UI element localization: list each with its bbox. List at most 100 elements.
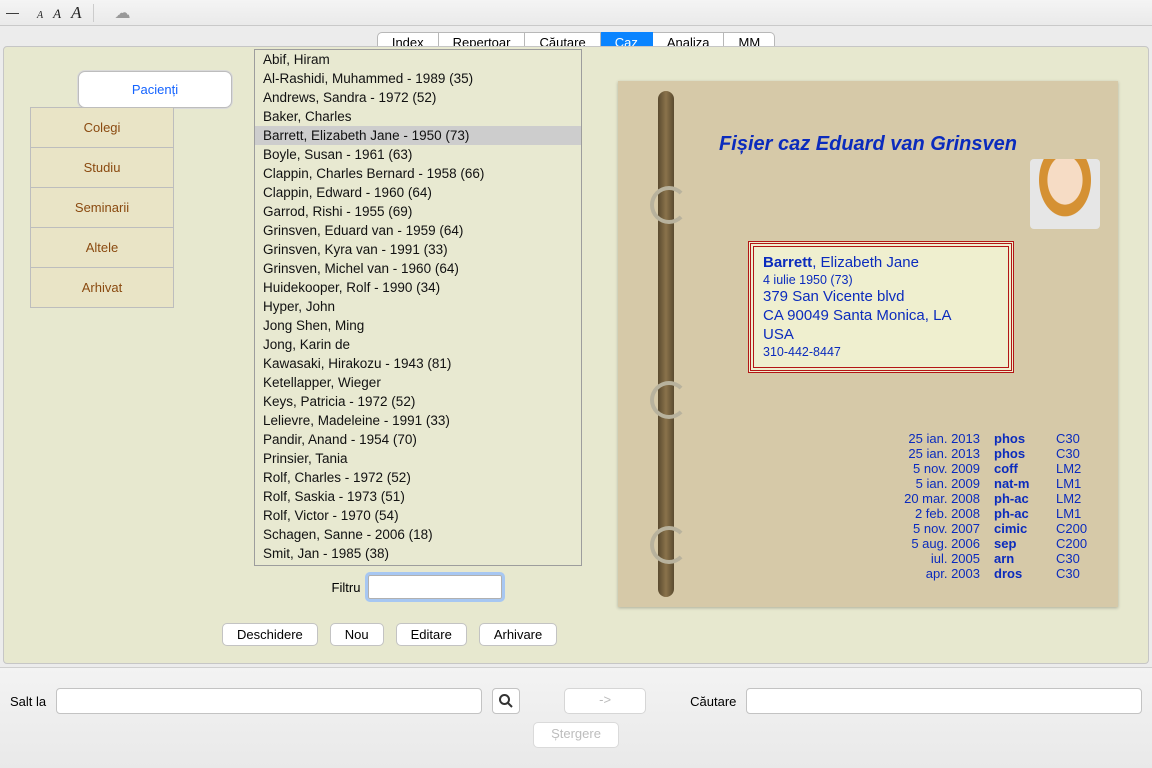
group-arhivat[interactable]: Arhivat (30, 267, 174, 308)
case-card: Fișier caz Eduard van Grinsven Barrett, … (618, 81, 1118, 607)
presc-date: 25 ian. 2013 (904, 431, 980, 446)
presc-potency: C30 (1056, 431, 1096, 446)
ring-icon (650, 186, 688, 224)
bottom-bar: Salt la -> Căutare Ștergere (0, 667, 1152, 768)
list-item[interactable]: Hyper, John (255, 297, 581, 316)
font-size-large[interactable]: A (71, 3, 81, 23)
presc-date: iul. 2005 (904, 551, 980, 566)
presc-remedy: sep (994, 536, 1042, 551)
list-item[interactable]: Garrod, Rishi - 1955 (69) (255, 202, 581, 221)
address-card: Barrett, Elizabeth Jane 4 iulie 1950 (73… (748, 241, 1014, 373)
group-list: PaciențiColegiStudiuSeminariiAlteleArhiv… (30, 71, 174, 308)
separator (93, 4, 94, 22)
list-item[interactable]: Schagen, Sanne - 2006 (18) (255, 525, 581, 544)
group-seminarii[interactable]: Seminarii (30, 187, 174, 228)
binding-strip (658, 91, 674, 597)
search-label: Căutare (690, 694, 736, 709)
archive-button[interactable]: Arhivare (479, 623, 557, 646)
presc-potency: C30 (1056, 551, 1096, 566)
group-colegi[interactable]: Colegi (30, 107, 174, 148)
toolbar: — A A A ☁ (0, 0, 1152, 26)
list-item[interactable]: Barrett, Elizabeth Jane - 1950 (73) (255, 126, 581, 145)
ring-icon (650, 381, 688, 419)
jump-label: Salt la (10, 694, 46, 709)
list-item[interactable]: Boyle, Susan - 1961 (63) (255, 145, 581, 164)
presc-potency: LM2 (1056, 491, 1096, 506)
presc-potency: C30 (1056, 446, 1096, 461)
jump-input[interactable] (56, 688, 482, 714)
presc-potency: C200 (1056, 521, 1096, 536)
presc-potency: LM2 (1056, 461, 1096, 476)
list-item[interactable]: Grinsven, Kyra van - 1991 (33) (255, 240, 581, 259)
presc-date: 5 nov. 2009 (904, 461, 980, 476)
workarea: PaciențiColegiStudiuSeminariiAlteleArhiv… (3, 46, 1149, 664)
presc-remedy: dros (994, 566, 1042, 581)
patient-addr2: CA 90049 Santa Monica, LA (763, 307, 999, 326)
zoom-min-icon[interactable]: — (6, 5, 19, 20)
group-altele[interactable]: Altele (30, 227, 174, 268)
list-item[interactable]: Rolf, Charles - 1972 (52) (255, 468, 581, 487)
presc-date: 2 feb. 2008 (904, 506, 980, 521)
presc-date: apr. 2003 (904, 566, 980, 581)
presc-date: 5 aug. 2006 (904, 536, 980, 551)
search-icon[interactable] (492, 688, 520, 714)
go-button: -> (564, 688, 646, 714)
list-item[interactable]: Jong Shen, Ming (255, 316, 581, 335)
list-item[interactable]: Kawasaki, Hirakozu - 1943 (81) (255, 354, 581, 373)
patient-surname: Barrett (763, 254, 812, 271)
open-button[interactable]: Deschidere (222, 623, 318, 646)
patient-addr1: 379 San Vicente blvd (763, 288, 999, 307)
list-item[interactable]: Smit, Jan - 1985 (38) (255, 544, 581, 563)
case-title: Fișier caz Eduard van Grinsven (618, 133, 1118, 156)
list-item[interactable]: Al-Rashidi, Muhammed - 1989 (35) (255, 69, 581, 88)
font-size-medium[interactable]: A (53, 6, 61, 22)
list-item[interactable]: Abif, Hiram (255, 50, 581, 69)
font-size-small[interactable]: A (37, 10, 43, 21)
cloud-icon[interactable]: ☁ (114, 3, 130, 23)
patient-phone: 310-442-8447 (763, 345, 999, 361)
presc-remedy: cimic (994, 521, 1042, 536)
avatar (1030, 159, 1100, 229)
presc-potency: LM1 (1056, 476, 1096, 491)
presc-remedy: ph-ac (994, 506, 1042, 521)
presc-potency: LM1 (1056, 506, 1096, 521)
list-item[interactable]: Prinsier, Tania (255, 449, 581, 468)
presc-remedy: coff (994, 461, 1042, 476)
presc-date: 25 ian. 2013 (904, 446, 980, 461)
presc-remedy: phos (994, 446, 1042, 461)
patient-country: USA (763, 326, 999, 345)
presc-remedy: nat-m (994, 476, 1042, 491)
group-pacienți[interactable]: Pacienți (78, 71, 232, 108)
list-item[interactable]: Andrews, Sandra - 1972 (52) (255, 88, 581, 107)
presc-date: 20 mar. 2008 (904, 491, 980, 506)
search-input[interactable] (746, 688, 1142, 714)
edit-button[interactable]: Editare (396, 623, 467, 646)
presc-potency: C200 (1056, 536, 1096, 551)
list-item[interactable]: Rolf, Saskia - 1973 (51) (255, 487, 581, 506)
group-studiu[interactable]: Studiu (30, 147, 174, 188)
list-item[interactable]: Huidekooper, Rolf - 1990 (34) (255, 278, 581, 297)
delete-button: Ștergere (533, 722, 619, 748)
list-item[interactable]: Grinsven, Eduard van - 1959 (64) (255, 221, 581, 240)
list-item[interactable]: Jong, Karin de (255, 335, 581, 354)
presc-date: 5 nov. 2007 (904, 521, 980, 536)
list-item[interactable]: Smith, John (255, 563, 581, 566)
filter-input[interactable] (368, 575, 502, 599)
patient-restname: , Elizabeth Jane (812, 254, 919, 271)
list-item[interactable]: Baker, Charles (255, 107, 581, 126)
list-item[interactable]: Pandir, Anand - 1954 (70) (255, 430, 581, 449)
filter-label: Filtru (332, 580, 361, 595)
list-item[interactable]: Lelievre, Madeleine - 1991 (33) (255, 411, 581, 430)
presc-remedy: arn (994, 551, 1042, 566)
list-item[interactable]: Grinsven, Michel van - 1960 (64) (255, 259, 581, 278)
list-item[interactable]: Ketellapper, Wieger (255, 373, 581, 392)
new-button[interactable]: Nou (330, 623, 384, 646)
presc-remedy: phos (994, 431, 1042, 446)
presc-remedy: ph-ac (994, 491, 1042, 506)
patient-list[interactable]: Abif, HiramAl-Rashidi, Muhammed - 1989 (… (254, 49, 582, 566)
list-item[interactable]: Clappin, Edward - 1960 (64) (255, 183, 581, 202)
list-item[interactable]: Rolf, Victor - 1970 (54) (255, 506, 581, 525)
presc-date: 5 ian. 2009 (904, 476, 980, 491)
list-item[interactable]: Clappin, Charles Bernard - 1958 (66) (255, 164, 581, 183)
list-item[interactable]: Keys, Patricia - 1972 (52) (255, 392, 581, 411)
